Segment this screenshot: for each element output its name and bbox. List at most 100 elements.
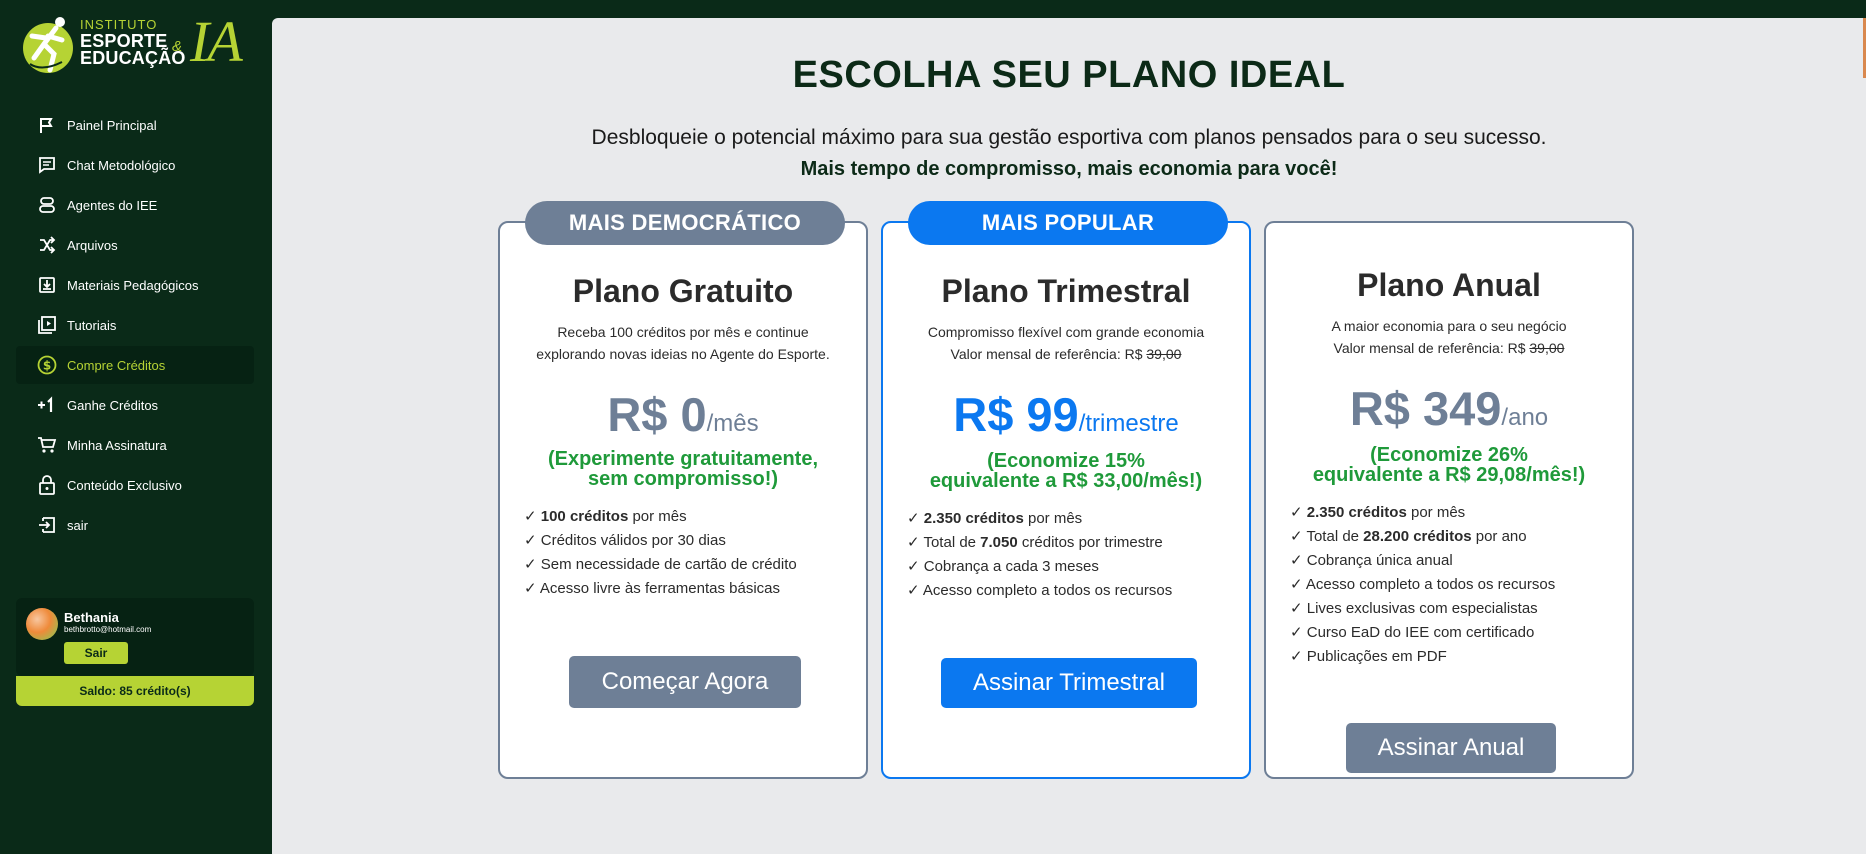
feature-item: ✓ Acesso livre às ferramentas básicas [524,580,781,597]
promo-line: equivalente a R$ 33,00/mês!) [929,470,1203,492]
brand-wordmark: INSTITUTO ESPORTE EDUCAÇÃO [80,16,186,67]
sidebar-item-compre-creditos[interactable]: $ Compre Créditos [16,346,254,384]
promo-line: (Economize 26% [1370,444,1528,466]
plan-promo: (Economize 15% equivalente a R$ 33,00/mê… [883,451,1249,491]
sidebar-item-label: Ganhe Créditos [67,397,159,413]
feature-item: ✓ Curso EaD do IEE com certificado [1290,624,1535,641]
user-name: Bethania [64,610,119,625]
sidebar-item-agentes[interactable]: Agentes do IEE [16,186,254,224]
subscribe-annual-button[interactable]: Assinar Anual [1346,723,1556,773]
user-email: bethbrotto@hotmail.com [64,625,152,634]
plan-card-trimestral: MAIS POPULAR Plano Trimestral Compromiss… [881,201,1251,779]
promo-line: (Experimente gratuitamente, [547,448,819,470]
sidebar-item-label: Painel Principal [67,117,157,133]
start-now-button[interactable]: Começar Agora [569,656,801,708]
feature-item: ✓ Cobrança única anual [1290,552,1453,569]
feature-item: ✓ Sem necessidade de cartão de crédito [524,556,797,573]
plan-name: Plano Anual [1357,267,1541,303]
plan-badge: MAIS POPULAR [908,201,1228,245]
page-title: ESCOLHA SEU PLANO IDEAL [792,54,1346,96]
plan-promo: (Experimente gratuitamente, sem compromi… [500,449,866,489]
sidebar-item-painel-principal[interactable]: Painel Principal [16,106,254,144]
plan-description: A maior economia para o seu negócio Valo… [1286,315,1612,359]
brand-ia: IA [190,9,243,74]
price-period: /trimestre [1078,410,1179,437]
plan-price: R$ 349/ano [1266,381,1632,436]
plan-desc-line: Receba 100 créditos por mês e continue [557,324,809,340]
logout-button[interactable]: Sair [64,642,128,664]
subscribe-quarterly-button[interactable]: Assinar Trimestral [941,658,1197,708]
cart-icon [36,434,58,456]
dollar-circle-icon: $ [36,354,58,376]
sidebar-item-sair[interactable]: sair [16,506,254,544]
feature-item: ✓ Total de 28.200 créditos por ano [1290,528,1527,545]
plus-one-icon [36,394,58,416]
agents-icon [36,194,58,216]
download-box-icon [36,274,58,296]
svg-text:$: $ [43,359,51,373]
shuffle-icon [36,234,58,256]
chat-icon [36,154,58,176]
sidebar-item-label: Compre Créditos [67,357,166,373]
feature-item: ✓ Créditos válidos por 30 dias [524,532,726,549]
price-amount: R$ 0 [607,388,707,441]
feature-item: ✓ Cobrança a cada 3 meses [907,558,1099,575]
plan-desc-line: A maior economia para o seu negócio [1331,318,1567,334]
logout-icon [36,514,58,536]
sidebar-item-tutoriais[interactable]: Tutoriais [16,306,254,344]
promo-line: (Economize 15% [987,450,1145,472]
brand-logo[interactable]: INSTITUTO ESPORTE EDUCAÇÃO & IA [22,9,252,86]
plan-description: Compromisso flexível com grande economia… [903,321,1229,365]
price-amount: R$ 349 [1349,382,1502,435]
feature-item: ✓ 100 créditos por mês [524,508,687,525]
feature-item: ✓ Lives exclusivas com especialistas [1290,600,1538,617]
price-period: /ano [1501,404,1549,431]
sidebar-item-label: Minha Assinatura [67,437,167,453]
sidebar-item-ganhe-creditos[interactable]: Ganhe Créditos [16,386,254,424]
main-content: ESCOLHA SEU PLANO IDEAL Desbloqueie o po… [272,18,1866,854]
flag-icon [36,114,58,136]
price-period: /mês [706,410,759,437]
sidebar-item-label: Conteúdo Exclusivo [67,477,182,493]
plan-promo: (Economize 26% equivalente a R$ 29,08/mê… [1266,445,1632,485]
feature-item: ✓ Publicações em PDF [1290,648,1447,665]
plan-card-gratuito: MAIS DEMOCRÁTICO Plano Gratuito Receba 1… [498,201,868,779]
promo-line: equivalente a R$ 29,08/mês!) [1312,464,1586,486]
page-subtitle-bold: Mais tempo de compromisso, mais economia… [800,158,1338,180]
sidebar-item-minha-assinatura[interactable]: Minha Assinatura [16,426,254,464]
feature-list: ✓ 100 créditos por mês ✓ Créditos válido… [524,505,856,601]
plan-price: R$ 0/mês [500,387,866,442]
price-amount: R$ 99 [953,388,1079,441]
sidebar-item-chat-metodologico[interactable]: Chat Metodológico [16,146,254,184]
feature-item: ✓ Acesso completo a todos os recursos [907,582,1173,599]
plan-card-anual: Plano Anual A maior economia para o seu … [1264,221,1634,779]
sidebar-item-arquivos[interactable]: Arquivos [16,226,254,264]
sidebar-item-materiais[interactable]: Materiais Pedagógicos [16,266,254,304]
feature-item: ✓ Acesso completo a todos os recursos [1290,576,1556,593]
avatar[interactable] [26,608,58,640]
lock-icon [36,474,58,496]
plan-name: Plano Gratuito [572,273,794,309]
feature-item: ✓ 2.350 créditos por mês [1290,504,1466,521]
user-card: Bethania bethbrotto@hotmail.com Sair [16,598,254,676]
sidebar-item-conteudo-exclusivo[interactable]: Conteúdo Exclusivo [16,466,254,504]
feature-list: ✓ 2.350 créditos por mês ✓ Total de 28.2… [1290,501,1622,669]
athlete-ball-icon [23,17,73,73]
sidebar-item-label: Tutoriais [67,317,117,333]
sidebar: INSTITUTO ESPORTE EDUCAÇÃO & IA Painel P… [0,0,272,854]
feature-item: ✓ 2.350 créditos por mês [907,510,1083,527]
credit-balance: Saldo: 85 crédito(s) [16,676,254,706]
sidebar-item-label: Materiais Pedagógicos [67,277,199,293]
brand-ampersand: & [172,38,183,55]
page-subtitle: Desbloqueie o potencial máximo para sua … [591,126,1547,149]
plan-desc-line: explorando novas ideias no Agente do Esp… [536,346,830,362]
plan-badge: MAIS DEMOCRÁTICO [525,201,845,245]
plan-reference-price: Valor mensal de referência: R$ 39,00 [950,346,1182,362]
plan-reference-price: Valor mensal de referência: R$ 39,00 [1333,340,1565,356]
promo-line: sem compromisso!) [587,468,779,490]
brand-line-3: EDUCAÇÃO [80,48,186,68]
video-library-icon [36,314,58,336]
feature-list: ✓ 2.350 créditos por mês ✓ Total de 7.05… [907,507,1239,603]
sidebar-item-label: Chat Metodológico [67,157,176,173]
sidebar-item-label: Agentes do IEE [67,197,158,213]
